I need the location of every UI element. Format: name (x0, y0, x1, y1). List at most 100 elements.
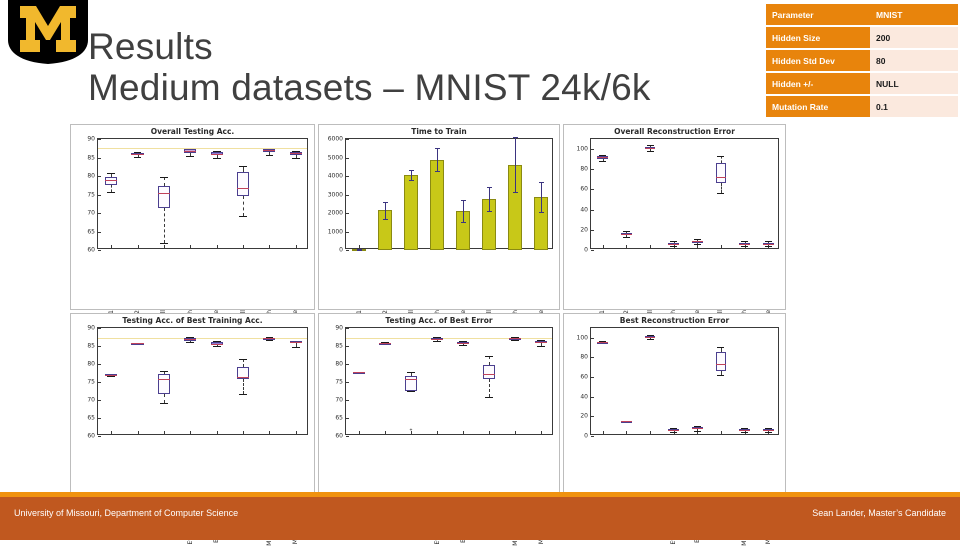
chart-overall-reconstruction-error: Overall Reconstruction Error 0 20 40 60 80 100… (563, 124, 786, 360)
whisker-cap (239, 215, 247, 217)
y-tick-label: 90 (335, 324, 343, 332)
whisker-cap (693, 431, 701, 433)
y-tick-label: 0 (584, 246, 588, 254)
median-line (157, 379, 170, 381)
y-tick-label: 60 (580, 185, 588, 193)
whisker-cap (646, 339, 654, 341)
error-bar-cap (434, 171, 440, 172)
y-tick-label: 80 (580, 353, 588, 361)
x-tick-label: Evobatch All (159, 248, 169, 348)
whisker (489, 356, 490, 366)
median-line (483, 374, 495, 376)
whisker-cap (622, 236, 630, 238)
y-tick-mark (98, 436, 101, 437)
x-tick-label: Evobatch Batch (669, 248, 679, 359)
whisker (111, 184, 113, 192)
y-tick-mark (98, 418, 101, 419)
x-tick-label: Minibatch All (484, 248, 494, 350)
error-bar-cap (460, 222, 466, 224)
x-tick-label: Evobatch None (458, 248, 468, 357)
y-tick-label: 0 (339, 246, 343, 254)
whisker-cap (160, 371, 168, 373)
x-tick-label: Baseline 1 (106, 248, 116, 342)
median-line (210, 153, 223, 155)
whisker (489, 379, 490, 398)
x-tick-label: Evobatch All (406, 248, 416, 348)
whisker-cap (239, 166, 247, 168)
y-tick-mark (591, 436, 594, 437)
whisker-cap (160, 402, 168, 404)
whisker-cap (212, 346, 221, 347)
error-bar (541, 182, 542, 212)
slide-title-line2: Medium datasets – MNIST 24k/6k (88, 67, 651, 109)
chart-title: Testing Acc. of Best Error (385, 316, 493, 325)
error-bar-cap (486, 187, 492, 189)
y-tick-label: 4000 (327, 172, 343, 180)
median-line (739, 243, 750, 245)
y-tick-mark (98, 382, 101, 383)
x-tick-label: Minibatch None (763, 434, 773, 544)
whisker-cap (212, 158, 221, 160)
y-tick-mark (591, 169, 594, 171)
whisker-cap (186, 156, 195, 158)
y-tick-mark (98, 346, 101, 347)
median-line (184, 339, 197, 341)
error-bar-cap (460, 200, 466, 202)
plot-area: 60 65 70 75 80 85 90 Baseline 1 Baseline 2 Evobat… (87, 325, 308, 546)
plot-area: 0 1000 2000 3000 4000 5000 6000 Baseline 1 Basel… (328, 136, 553, 360)
chart-testing-acc-of-best-training-acc: Testing Acc. of Best Training Acc. 60 65 70… (70, 313, 315, 546)
median-line (762, 430, 774, 432)
median-line (263, 338, 276, 340)
y-tick-label: 0 (584, 432, 588, 440)
y-tick-mark (346, 157, 349, 159)
y-tick-label: 60 (87, 432, 95, 440)
y-tick-mark (346, 346, 349, 347)
x-tick-label: Evobatch Batch (185, 248, 195, 359)
y-tick-label: 2000 (327, 209, 343, 217)
table-header-row: Parameter MNIST (766, 4, 958, 25)
whisker-cap (741, 431, 749, 433)
y-tick-mark (346, 436, 349, 437)
box (157, 185, 170, 209)
whisker (163, 208, 165, 243)
x-tick-label: Evobatch None (212, 434, 222, 543)
median-line (105, 179, 118, 181)
x-tick-label: Baseline 2 (380, 248, 390, 342)
y-tick-mark (98, 157, 101, 159)
median-line (597, 157, 609, 159)
box (483, 365, 495, 380)
x-tick-label: Evobatch All (645, 248, 655, 348)
y-tick-mark (98, 364, 101, 365)
x-tick-label: Evobatch Batch (432, 248, 442, 359)
x-tick-label: Evobatch Batch (669, 434, 679, 545)
y-tick-label: 6000 (327, 135, 343, 143)
y-tick-label: 3000 (327, 191, 343, 198)
y-tick-label: 40 (580, 393, 588, 401)
chart-title: Testing Acc. of Best Training Acc. (122, 316, 263, 325)
x-tick-label: Minibatch Batch (510, 248, 520, 360)
median-line (644, 148, 656, 150)
x-tick-label: Evobatch All (645, 434, 655, 534)
x-tick-label: Baseline 1 (106, 434, 116, 528)
error-bar-cap (538, 211, 544, 213)
y-tick-label: 70 (87, 209, 95, 217)
x-tick-label: Minibatch Batch (740, 434, 750, 546)
median-line (289, 342, 302, 344)
whisker-cap (646, 150, 654, 152)
whisker-cap (717, 156, 725, 158)
y-tick-mark (591, 337, 594, 339)
chart-best-reconstruction-error: Best Reconstruction Error 0 20 40 60 80 100 Bas… (563, 313, 786, 546)
table-row: Mutation Rate 0.1 (766, 96, 958, 117)
error-bar-cap (512, 137, 518, 139)
y-tick-mark (346, 328, 349, 329)
y-tick-label: 1000 (327, 228, 343, 235)
row-value-mutation-rate: 0.1 (870, 96, 958, 117)
chart-title: Overall Testing Acc. (150, 127, 235, 136)
error-bar-cap (382, 201, 388, 203)
y-tick-mark (591, 209, 594, 211)
bar (404, 174, 418, 250)
median-line (739, 429, 750, 431)
x-tick-label: Evobatch Batch (432, 434, 442, 545)
x-tick-label: Minibatch None (291, 248, 301, 358)
y-tick-mark (591, 377, 594, 379)
